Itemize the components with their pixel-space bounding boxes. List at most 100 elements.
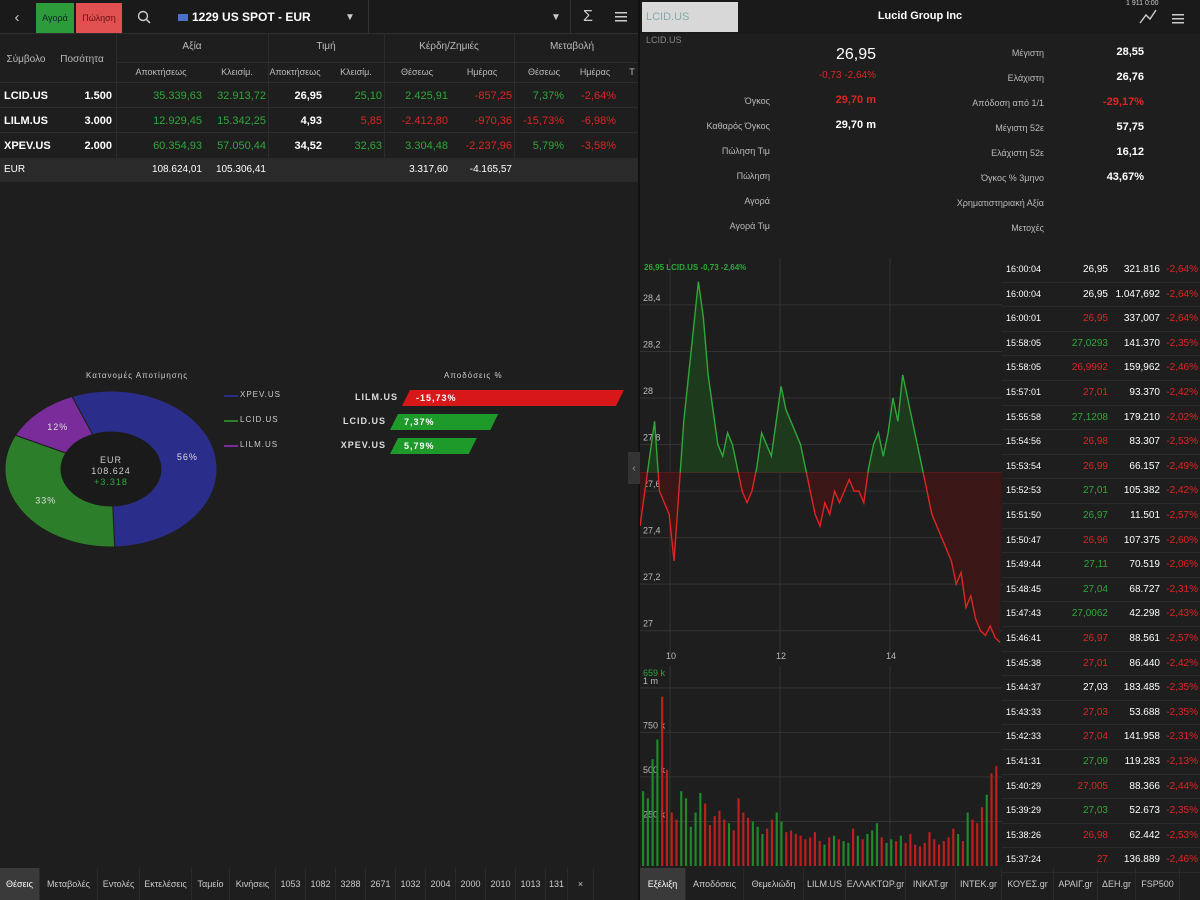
account-label: 1229 US SPOT - EUR <box>192 10 311 24</box>
bottom-tab[interactable]: ΕΛΛΑΚΤΩΡ.gr <box>846 868 906 900</box>
menu-icon[interactable] <box>608 0 634 34</box>
sum-button[interactable]: Σ <box>576 0 600 34</box>
chevron-down-icon[interactable]: ▼ <box>340 0 360 34</box>
trade-time: 15:45:38 <box>1006 657 1042 668</box>
row-pnl-pos: -2.412,80 <box>401 115 448 127</box>
bottom-tab[interactable]: 1032 <box>396 868 426 900</box>
bottom-tab[interactable]: 1013 <box>516 868 546 900</box>
trade-price: 26,98 <box>1082 436 1108 448</box>
bottom-tab[interactable]: ΙΝΚΑΤ.gr <box>906 868 956 900</box>
volume-bar <box>732 830 735 866</box>
trade-volume: 83.307 <box>1129 436 1160 448</box>
total-row: EUR 108.624,01 105.306,41 3.317,60 -4.16… <box>0 158 638 182</box>
account-selector[interactable]: 1229 US SPOT - EUR <box>166 0 366 34</box>
collapse-handle[interactable]: ‹ <box>628 452 640 484</box>
volume-bar <box>704 803 707 866</box>
row-pnl-pos: 2.425,91 <box>405 90 448 102</box>
trade-row: 16:00:04 26,95 321.816 -2,64% <box>1002 258 1200 283</box>
trade-time: 15:52:53 <box>1006 485 1042 496</box>
dropdown-chevron-icon[interactable]: ▼ <box>546 0 566 34</box>
bottom-tab[interactable]: 2000 <box>456 868 486 900</box>
trade-row: 15:51:50 26,97 11.501 -2,57% <box>1002 504 1200 529</box>
price-change: -0,73 -2,64% <box>818 70 876 81</box>
row-acq-price: 4,93 <box>300 115 322 127</box>
row-close-val: 32.913,72 <box>217 90 266 102</box>
bottom-tab[interactable]: Μεταβολές <box>40 868 98 900</box>
bottom-tab[interactable]: Αποδόσεις <box>686 868 744 900</box>
sell-button[interactable]: Πώληση <box>76 3 122 33</box>
bottom-tab[interactable]: Θέσεις <box>0 868 40 900</box>
search-icon[interactable] <box>130 0 158 34</box>
volume-bar <box>971 819 974 866</box>
trade-volume: 119.283 <box>1124 756 1160 767</box>
legend-item: XPEV.US <box>224 390 284 402</box>
bottom-tab[interactable]: Ταμείο <box>192 868 230 900</box>
row-close-price: 5,85 <box>360 115 382 127</box>
volume-bar <box>747 817 750 866</box>
y-tick-label: 28,4 <box>643 293 661 303</box>
trade-change: -2,57% <box>1166 510 1198 521</box>
bottom-tab[interactable]: FSP500 <box>1136 868 1180 900</box>
row-chg-day: -3,58% <box>581 140 616 152</box>
menu-icon[interactable] <box>1172 11 1184 29</box>
area-above <box>647 281 924 473</box>
trade-change: -2,13% <box>1166 756 1198 767</box>
trade-volume: 42.298 <box>1129 608 1160 620</box>
quote-label: Όγκος <box>744 96 770 106</box>
trade-volume: 159,962 <box>1123 362 1160 374</box>
close-icon[interactable]: × <box>568 868 594 900</box>
bottom-tab[interactable]: Εξέλιξη <box>640 868 686 900</box>
symbol-input[interactable]: LCID.US <box>642 2 738 32</box>
bottom-tab[interactable]: 131 <box>546 868 568 900</box>
trade-change: -2,31% <box>1166 731 1198 743</box>
trade-price: 26,9992 <box>1071 362 1108 374</box>
row-qty: 3.000 <box>84 115 112 127</box>
volume-bar <box>642 791 645 866</box>
quote-title: Lucid Group Inc <box>877 10 963 22</box>
bottom-tab[interactable]: 3288 <box>336 868 366 900</box>
trade-volume: 107.375 <box>1123 534 1160 546</box>
bottom-tab[interactable]: ΙΝΤΕΚ.gr <box>956 868 1002 900</box>
volume-bar <box>761 833 764 866</box>
bottom-tab[interactable]: ΑΡΑΙΓ.gr <box>1054 868 1098 900</box>
volume-bar <box>799 835 802 866</box>
bottom-tab[interactable]: Εκτελέσεις <box>140 868 192 900</box>
bottom-tab[interactable]: Κινήσεις <box>230 868 276 900</box>
bottom-tab[interactable]: Εντολές <box>98 868 140 900</box>
return-bar-label: 7,37% <box>404 417 435 427</box>
volume-bar <box>718 810 721 866</box>
legend-swatch <box>224 395 238 397</box>
bottom-tab[interactable]: 1053 <box>276 868 306 900</box>
chart-icon[interactable] <box>1138 8 1158 26</box>
bottom-tab[interactable]: ΔΕΗ.gr <box>1098 868 1136 900</box>
legend-label: LILM.US <box>240 440 279 449</box>
quote-value: 57,75 <box>1116 121 1144 133</box>
row-chg-pos: 5,79% <box>532 140 564 152</box>
row-pnl-day: -857,25 <box>474 90 512 102</box>
col-change: Μεταβολή <box>549 41 595 52</box>
trade-change: -2,35% <box>1166 682 1198 694</box>
trade-change: -2,64% <box>1166 288 1198 300</box>
volume-bar <box>684 798 688 866</box>
trade-time: 15:47:43 <box>1006 608 1042 619</box>
buy-button[interactable]: Αγορά <box>36 3 74 33</box>
bottom-tab[interactable]: 2010 <box>486 868 516 900</box>
volume-bar <box>775 812 778 866</box>
bottom-tab[interactable]: LILM.US <box>804 868 846 900</box>
volume-bar <box>694 812 697 866</box>
trade-volume: 88.561 <box>1129 633 1160 644</box>
volume-bar <box>847 842 850 866</box>
bottom-tab[interactable]: 1082 <box>306 868 336 900</box>
bottom-tab[interactable]: ΚΟΥΕΣ.gr <box>1002 868 1054 900</box>
chevron-left-icon[interactable]: ‹ <box>4 0 30 34</box>
trade-price: 27,0062 <box>1071 608 1108 620</box>
price-chart[interactable]: 28,428,22827,827,627,427,22710 12 14 <box>640 258 1002 662</box>
bottom-tab[interactable]: 2004 <box>426 868 456 900</box>
trade-price: 27,04 <box>1082 731 1108 743</box>
volume-chart[interactable]: 659 k1 m750 k500 k250 k <box>640 666 1002 868</box>
bottom-tab[interactable]: Θεμελιώδη <box>744 868 804 900</box>
col-value: Αξία <box>182 41 202 52</box>
trade-volume: 179.210 <box>1123 411 1160 423</box>
row-close-price: 25,10 <box>354 90 382 102</box>
bottom-tab[interactable]: 2671 <box>366 868 396 900</box>
